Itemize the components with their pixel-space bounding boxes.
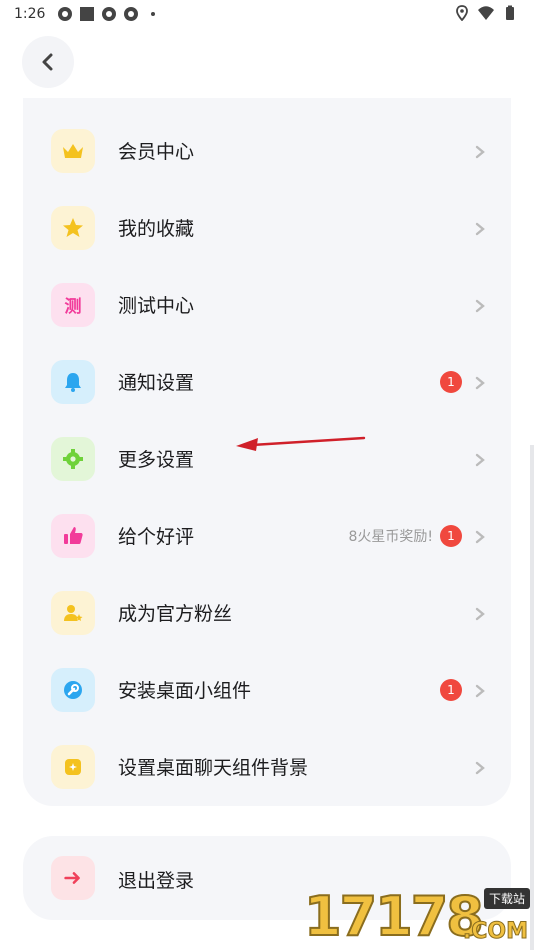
logout-label: 退出登录 bbox=[118, 870, 195, 892]
scrollbar[interactable] bbox=[530, 445, 534, 950]
chevron-right-icon bbox=[473, 760, 487, 774]
wrench-icon bbox=[51, 667, 95, 712]
test-icon: 测 bbox=[51, 282, 95, 327]
menu-item-install-widget[interactable]: 安装桌面小组件 1 bbox=[23, 651, 511, 728]
chevron-right-icon bbox=[473, 683, 487, 697]
watermark-digits: 17178 bbox=[303, 884, 485, 949]
menu-item-label: 成为官方粉丝 bbox=[118, 603, 233, 625]
app-notification-icon bbox=[57, 6, 73, 22]
watermark-suffix: .COM bbox=[462, 919, 528, 945]
chevron-left-icon bbox=[42, 53, 53, 71]
exit-arrow-icon bbox=[51, 856, 95, 900]
chevron-right-icon bbox=[473, 221, 487, 235]
menu-item-notification-settings[interactable]: 通知设置 1 bbox=[23, 343, 511, 420]
thumbs-up-icon bbox=[51, 513, 95, 558]
menu-item-label: 会员中心 bbox=[118, 141, 195, 163]
menu-item-label: 测试中心 bbox=[118, 295, 195, 317]
app-notification-icon bbox=[123, 6, 139, 22]
menu-item-label: 我的收藏 bbox=[118, 218, 195, 240]
menu-item-rate-us[interactable]: 给个好评 8火星币奖励! 1 bbox=[23, 497, 511, 574]
menu-item-favorites[interactable]: 我的收藏 bbox=[23, 189, 511, 266]
menu-item-label: 安装桌面小组件 bbox=[118, 680, 252, 702]
menu-item-vip-center[interactable]: 会员中心 bbox=[23, 112, 511, 189]
menu-item-label: 通知设置 bbox=[118, 372, 195, 394]
menu-item-label: 更多设置 bbox=[118, 449, 195, 471]
notification-badge: 1 bbox=[440, 370, 462, 393]
reward-hint: 8火星币奖励! bbox=[348, 528, 433, 545]
notification-badge: 1 bbox=[440, 524, 462, 547]
menu-item-label: 给个好评 bbox=[118, 526, 195, 548]
chevron-right-icon bbox=[473, 144, 487, 158]
chevron-right-icon bbox=[473, 375, 487, 389]
status-time: 1:26 bbox=[14, 6, 46, 22]
fan-user-icon bbox=[51, 590, 95, 635]
menu-item-chat-widget-background[interactable]: 设置桌面聊天组件背景 bbox=[23, 728, 511, 805]
battery-icon bbox=[502, 5, 518, 21]
menu-item-test-center[interactable]: 测 测试中心 bbox=[23, 266, 511, 343]
gear-icon bbox=[51, 436, 95, 481]
menu-item-official-fan[interactable]: 成为官方粉丝 bbox=[23, 574, 511, 651]
crown-icon bbox=[51, 128, 95, 173]
menu-item-label: 设置桌面聊天组件背景 bbox=[118, 757, 309, 779]
more-dot-icon bbox=[145, 6, 161, 22]
status-bar: 1:26 bbox=[0, 0, 534, 28]
watermark-logo: 17178 下载站 .COM bbox=[303, 884, 534, 950]
annotation-arrow bbox=[236, 436, 366, 451]
star-icon bbox=[51, 205, 95, 250]
chevron-right-icon bbox=[473, 298, 487, 312]
wifi-icon bbox=[478, 5, 494, 21]
bell-icon bbox=[51, 359, 95, 404]
watermark-tag: 下载站 bbox=[483, 888, 530, 909]
chevron-right-icon bbox=[473, 452, 487, 466]
widget-icon bbox=[51, 744, 95, 789]
square-notification-icon bbox=[79, 6, 95, 22]
chevron-right-icon bbox=[473, 529, 487, 543]
notification-badge: 1 bbox=[440, 678, 462, 701]
app-notification-icon bbox=[101, 6, 117, 22]
back-button[interactable] bbox=[22, 36, 74, 88]
chevron-right-icon bbox=[473, 606, 487, 620]
location-icon bbox=[454, 5, 470, 21]
